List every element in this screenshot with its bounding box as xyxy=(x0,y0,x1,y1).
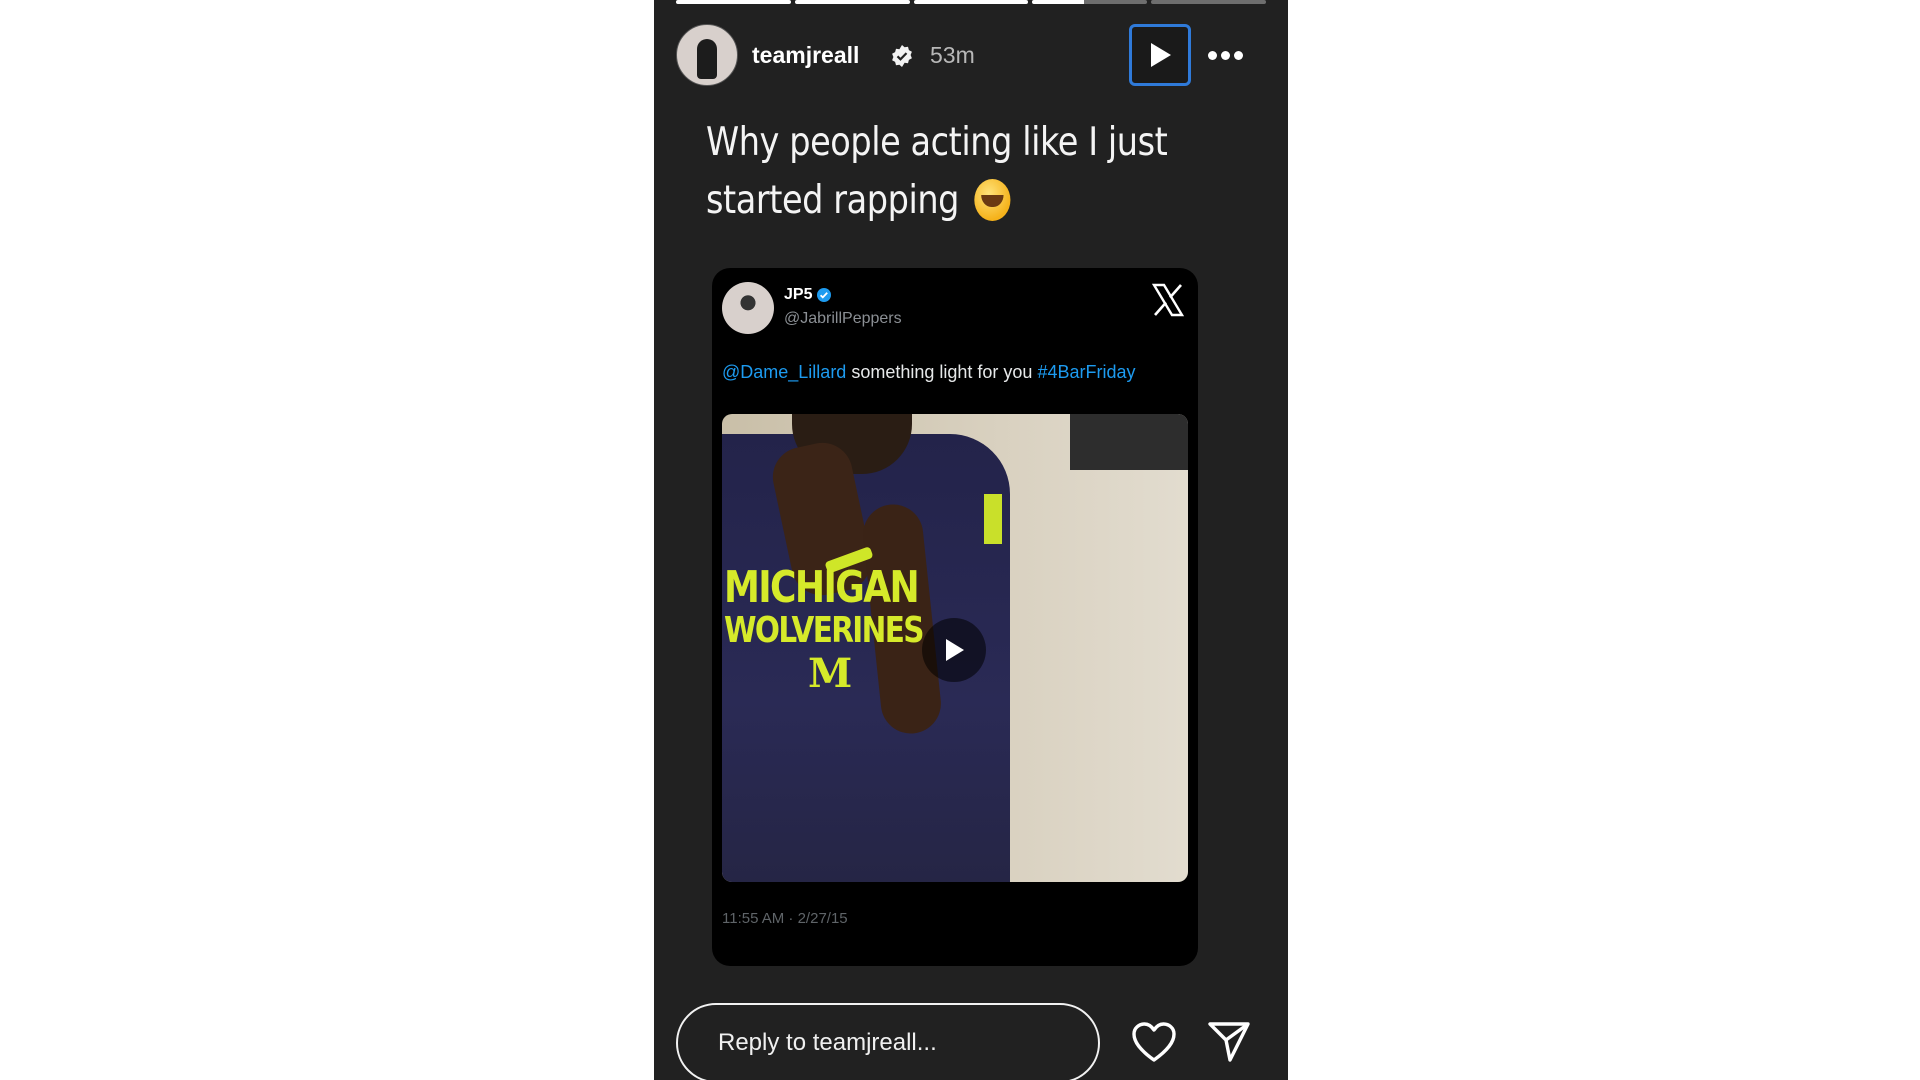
send-icon[interactable] xyxy=(1206,1018,1252,1064)
tweet-display-name: JP5 xyxy=(784,286,813,303)
tweet-hashtag-link[interactable]: #4BarFriday xyxy=(1037,362,1135,382)
tweet-body: something light for you xyxy=(846,362,1038,382)
more-icon-dot xyxy=(1220,50,1230,60)
embedded-tweet-card[interactable]: JP5 @JabrillPeppers @Dame_Lillard someth… xyxy=(712,268,1198,966)
progress-segment xyxy=(794,0,910,4)
progress-segment xyxy=(676,0,791,4)
tweet-avatar xyxy=(722,282,774,334)
post-time: 53m xyxy=(930,42,975,68)
story-progress-bar xyxy=(676,0,1266,4)
story-header: teamjreall 53m xyxy=(676,24,1266,86)
tweet-handle: @JabrillPeppers xyxy=(784,310,902,327)
shirt-text-line2: WOLVERINES xyxy=(724,610,924,651)
tweet-timestamp: 11:55 AM · 2/27/15 xyxy=(722,910,848,927)
wall-poster xyxy=(1070,414,1188,470)
tweet-text: @Dame_Lillard something light for you #4… xyxy=(722,362,1135,383)
tweet-video[interactable]: MICHIGAN WOLVERINES M xyxy=(722,414,1188,882)
story-viewer: teamjreall 53m Why people acting like I … xyxy=(654,0,1288,1080)
more-icon-dot xyxy=(1233,50,1243,60)
progress-segment xyxy=(913,0,1029,4)
shirt-text-line1: MICHIGAN xyxy=(724,562,920,613)
avatar[interactable] xyxy=(676,24,738,86)
story-caption: Why people acting like I just started ra… xyxy=(706,114,1239,230)
avatar-figure xyxy=(697,39,717,79)
username[interactable]: teamjreall xyxy=(752,42,859,69)
sleeve-stripe xyxy=(984,494,1002,544)
reply-input[interactable]: Reply to teamjreall... xyxy=(676,1003,1100,1080)
more-icon-dot xyxy=(1207,50,1217,60)
verified-icon xyxy=(892,45,912,67)
video-play-button[interactable] xyxy=(922,618,986,682)
video-play-icon xyxy=(946,639,964,661)
tweet-verified-icon xyxy=(817,288,831,302)
progress-segment xyxy=(1151,0,1266,4)
progress-segment-active xyxy=(1032,0,1148,4)
more-options-button[interactable] xyxy=(1202,40,1248,70)
play-icon xyxy=(1151,43,1171,67)
heart-icon[interactable] xyxy=(1130,1020,1178,1064)
play-button[interactable] xyxy=(1129,24,1191,86)
shirt-logo: M xyxy=(808,650,853,697)
x-logo-icon xyxy=(1151,283,1185,317)
tweet-mention-link[interactable]: @Dame_Lillard xyxy=(722,362,846,382)
laughing-emoji-icon xyxy=(974,179,1011,221)
caption-text: Why people acting like I just started ra… xyxy=(706,120,1168,223)
